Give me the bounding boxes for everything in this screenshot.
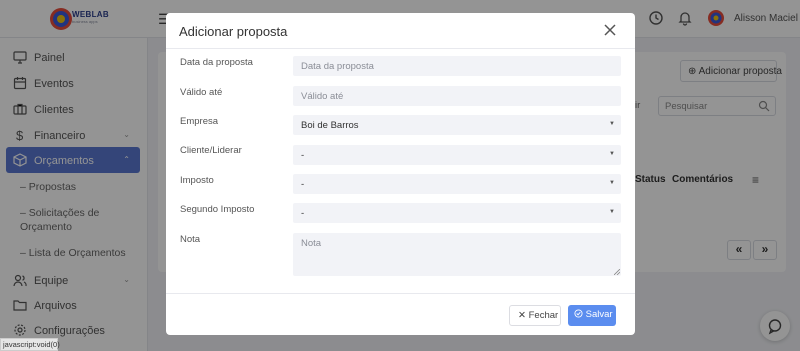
label-valido-ate: Válido até (180, 87, 223, 98)
label-data-proposta: Data da proposta (180, 57, 253, 68)
cliente-value: - (301, 150, 305, 161)
modal-title: Adicionar proposta (179, 24, 288, 39)
cliente-select[interactable]: - ▼ (293, 145, 621, 165)
add-proposal-modal: Adicionar proposta Data da proposta Váli… (166, 13, 635, 335)
imposto-value: - (301, 179, 305, 190)
caret-down-icon: ▼ (609, 151, 615, 157)
label-nota: Nota (180, 234, 201, 245)
resize-handle-icon[interactable] (614, 269, 620, 275)
empresa-select[interactable]: Boi de Barros ▼ (293, 115, 621, 135)
label-cliente: Cliente/Liderar (180, 145, 242, 156)
caret-down-icon: ▼ (609, 121, 615, 127)
label-segundo-imposto: Segundo Imposto (180, 204, 255, 215)
modal-header: Adicionar proposta (166, 13, 635, 49)
modal-footer: ✕ Fechar Salvar (166, 293, 635, 335)
label-imposto: Imposto (180, 175, 214, 186)
segundo-imposto-select[interactable]: - ▼ (293, 203, 621, 223)
close-button[interactable]: ✕ Fechar (509, 305, 561, 326)
close-icon[interactable] (603, 23, 617, 37)
imposto-select[interactable]: - ▼ (293, 174, 621, 194)
save-button-label: Salvar (585, 309, 613, 320)
empresa-value: Boi de Barros (301, 120, 359, 131)
segundo-imposto-value: - (301, 208, 305, 219)
caret-down-icon: ▼ (609, 180, 615, 186)
save-button[interactable]: Salvar (568, 305, 616, 326)
close-button-label: Fechar (528, 310, 559, 321)
browser-status-bar: javascript:void(0) (0, 338, 60, 351)
valido-ate-field[interactable] (293, 86, 621, 106)
data-proposta-field[interactable] (293, 56, 621, 76)
check-circle-icon (574, 309, 583, 318)
nota-field[interactable] (293, 233, 621, 276)
caret-down-icon: ▼ (609, 209, 615, 215)
label-empresa: Empresa (180, 116, 219, 127)
